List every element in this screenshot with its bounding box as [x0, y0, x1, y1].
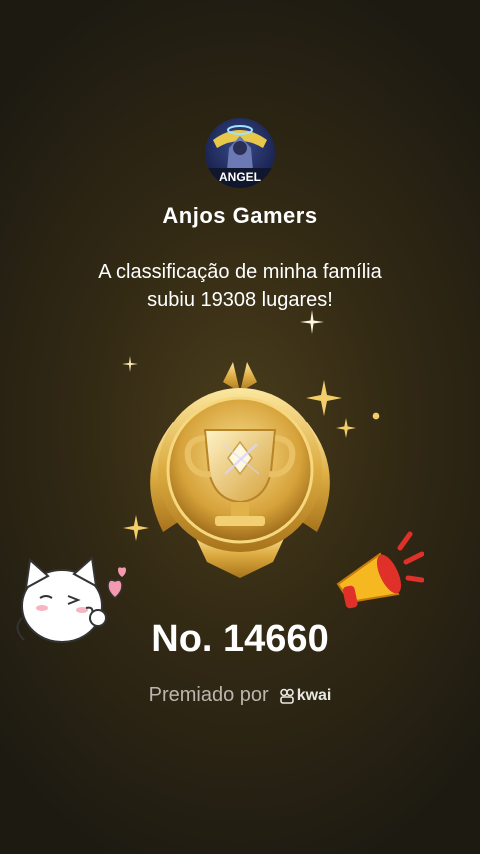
avatar-text: ANGEL [219, 170, 261, 184]
megaphone-icon [336, 531, 424, 609]
awarded-by: Premiado por kwai [0, 684, 480, 707]
trophy-badge-icon [150, 362, 330, 578]
message-line-1: A classificação de minha família [98, 261, 382, 283]
sparkle-icon [372, 412, 380, 420]
family-rank: No. 14660 [151, 618, 329, 660]
kwai-brand: kwai [279, 686, 332, 705]
family-name: Anjos Gamers [162, 203, 318, 228]
kwai-brand-text: kwai [296, 686, 332, 704]
awarded-by-label: Premiado por [148, 684, 269, 706]
message-line-2: subiu 19308 lugares! [147, 289, 333, 311]
rank-up-message: A classificação de minha família subiu 1… [40, 258, 440, 314]
family-avatar[interactable]: ANGEL [205, 118, 275, 188]
kwai-logo-icon [279, 688, 294, 704]
sparkle-icon [300, 310, 324, 334]
